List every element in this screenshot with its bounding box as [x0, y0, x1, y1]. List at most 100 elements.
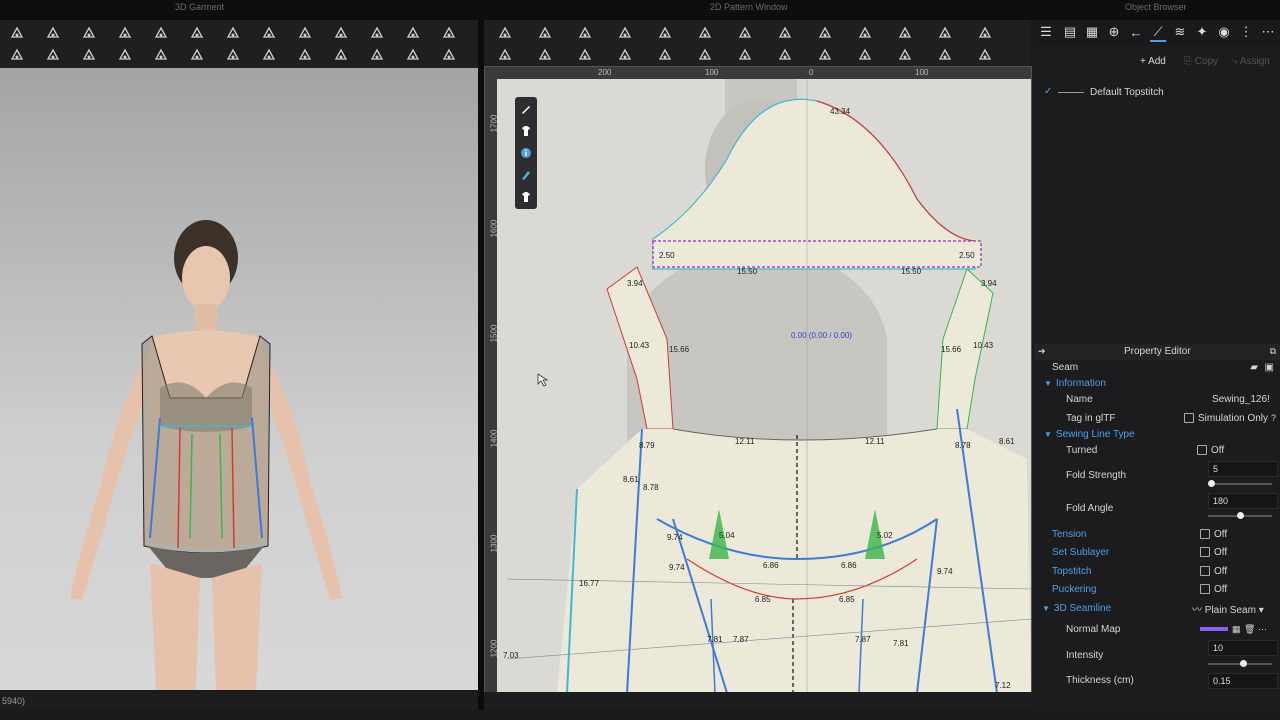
info-icon[interactable] — [518, 145, 534, 161]
transform-icon[interactable] — [80, 46, 98, 64]
button-icon[interactable]: ◉ — [1216, 24, 1232, 40]
assign-button[interactable]: ⤷ Assign — [1232, 56, 1270, 67]
fold-strength-input[interactable]: 5 — [1208, 461, 1278, 477]
add-button[interactable]: + Add — [1140, 56, 1166, 67]
pin-icon[interactable] — [152, 24, 170, 42]
simulate-icon[interactable] — [440, 46, 458, 64]
texture-icon[interactable] — [518, 167, 534, 183]
zipper-icon[interactable]: ⋮ — [1238, 24, 1254, 40]
grading-icon[interactable] — [896, 46, 914, 64]
turned-checkbox[interactable]: Off — [1197, 445, 1224, 456]
needle-icon[interactable]: ⟋ — [1150, 24, 1166, 42]
brush-icon[interactable] — [224, 24, 242, 42]
edit-pattern-icon[interactable] — [496, 24, 514, 42]
edit-pattern-icon[interactable] — [496, 46, 514, 64]
shirt-icon[interactable] — [518, 123, 534, 139]
text-icon[interactable] — [816, 24, 834, 42]
garment-icon[interactable] — [332, 46, 350, 64]
popout-icon[interactable]: ⧉ — [1270, 346, 1276, 357]
fold-icon[interactable] — [936, 24, 954, 42]
dart-icon[interactable] — [696, 24, 714, 42]
fold-icon[interactable] — [116, 46, 134, 64]
arrow-left-icon[interactable]: ← — [1128, 24, 1144, 40]
lock-icon[interactable] — [368, 24, 386, 42]
edit-curve-icon[interactable] — [536, 46, 554, 64]
layers-icon[interactable]: ▤ — [1062, 24, 1078, 40]
pattern-window-2d[interactable]: 200 100 0 100 1700 1600 1500 1400 1300 1… — [484, 66, 1032, 694]
fold-angle-input[interactable]: 180 — [1208, 493, 1278, 509]
sublayer-checkbox[interactable]: Off — [1200, 547, 1227, 558]
seamline-section[interactable]: ▼ 3D Seamline 〰 Plain Seam ▾ — [1034, 599, 1280, 617]
save-icon[interactable]: ▣ — [1265, 362, 1274, 373]
pin-icon[interactable] — [152, 46, 170, 64]
polygon-icon[interactable] — [576, 24, 594, 42]
topstitch-list-item[interactable]: ✓ Default Topstitch — [1034, 84, 1280, 102]
circle-icon[interactable] — [656, 24, 674, 42]
ruler-icon[interactable] — [976, 46, 994, 64]
seamline-type-select[interactable]: 〰 Plain Seam ▾ — [1192, 601, 1264, 616]
simulation-only-checkbox[interactable]: Simulation Only — [1184, 413, 1268, 424]
help-icon[interactable]: ? — [1271, 413, 1276, 423]
select-tool-icon[interactable] — [44, 24, 62, 42]
fold-strength-slider[interactable] — [1208, 480, 1272, 487]
annotation-icon[interactable] — [856, 46, 874, 64]
tension-checkbox[interactable]: Off — [1200, 529, 1227, 540]
intensity-input[interactable]: 10 — [1208, 640, 1278, 656]
rectangle-icon[interactable] — [616, 46, 634, 64]
edit-curve-icon[interactable] — [536, 24, 554, 42]
circle-icon[interactable] — [656, 46, 674, 64]
expand-icon[interactable]: ➔ — [1038, 346, 1046, 357]
more-icon[interactable]: ⋯ — [1258, 624, 1267, 635]
free-sewing-icon[interactable] — [776, 24, 794, 42]
pattern-canvas[interactable]: 43.34 2.50 2.50 15.50 15.50 3.94 3.94 10.43 15.6… — [497, 79, 1031, 693]
lock-icon[interactable] — [368, 46, 386, 64]
ruler-icon[interactable] — [976, 24, 994, 42]
topstitch-checkbox[interactable]: Off — [1200, 566, 1227, 577]
polygon-icon[interactable] — [576, 46, 594, 64]
grid-icon[interactable]: ▦ — [1232, 624, 1241, 635]
folder-icon[interactable]: ▰ — [1250, 362, 1258, 373]
annotation-icon[interactable] — [856, 24, 874, 42]
list-icon[interactable]: ☰ — [1038, 24, 1054, 40]
move-tool-icon[interactable] — [8, 24, 26, 42]
fold-icon[interactable] — [936, 46, 954, 64]
target-icon[interactable]: ⊕ — [1106, 24, 1122, 40]
intensity-slider[interactable] — [1208, 660, 1272, 667]
stitch-icon[interactable]: ≋ — [1172, 24, 1188, 40]
thickness-input[interactable]: 0.15 — [1208, 673, 1278, 689]
pen-icon[interactable] — [518, 101, 534, 117]
garment-icon[interactable] — [518, 189, 534, 205]
select-tool-icon[interactable] — [44, 46, 62, 64]
name-field[interactable]: Sewing_126! — [1212, 394, 1270, 405]
avatar-icon[interactable] — [296, 46, 314, 64]
fold-icon[interactable] — [116, 24, 134, 42]
slider-knob[interactable] — [1240, 660, 1248, 667]
rectangle-icon[interactable] — [616, 24, 634, 42]
free-sewing-icon[interactable] — [776, 46, 794, 64]
trim-icon[interactable]: ✦ — [1194, 24, 1210, 40]
puckering-checkbox[interactable]: Off — [1200, 584, 1227, 595]
segment-sewing-icon[interactable] — [736, 24, 754, 42]
avatar-icon[interactable] — [296, 24, 314, 42]
garment-icon[interactable] — [332, 24, 350, 42]
arrange-icon[interactable] — [260, 24, 278, 42]
settings-icon[interactable] — [404, 46, 422, 64]
arrange-icon[interactable] — [260, 46, 278, 64]
text-icon[interactable] — [816, 46, 834, 64]
tack-icon[interactable] — [188, 24, 206, 42]
viewport-3d[interactable] — [0, 68, 478, 690]
grading-icon[interactable] — [896, 24, 914, 42]
trash-icon[interactable]: 🗑 — [1244, 624, 1255, 635]
slider-knob[interactable] — [1208, 480, 1216, 487]
brush-icon[interactable] — [224, 46, 242, 64]
slider-knob[interactable] — [1237, 512, 1244, 519]
dart-icon[interactable] — [696, 46, 714, 64]
move-tool-icon[interactable] — [8, 46, 26, 64]
settings-icon[interactable] — [404, 24, 422, 42]
fold-angle-slider[interactable] — [1208, 512, 1272, 519]
grid-icon[interactable]: ▦ — [1084, 24, 1100, 40]
simulate-icon[interactable] — [440, 24, 458, 42]
more-icon[interactable]: ⋯ — [1260, 24, 1276, 40]
segment-sewing-icon[interactable] — [736, 46, 754, 64]
tack-icon[interactable] — [188, 46, 206, 64]
